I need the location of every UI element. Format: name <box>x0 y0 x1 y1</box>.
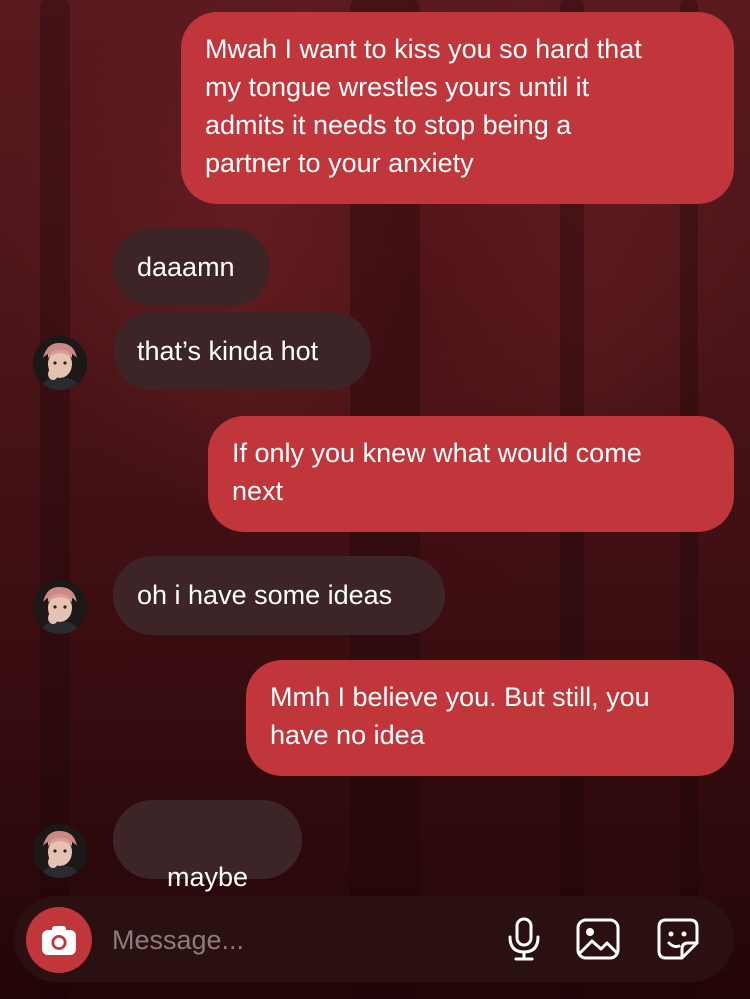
message-text: maybe <box>167 862 249 892</box>
received-message[interactable]: oh i have some ideas <box>113 556 445 635</box>
avatar-image <box>33 336 87 390</box>
sent-message[interactable]: Mwah I want to kiss you so hard that my … <box>181 12 734 204</box>
message-composer <box>14 896 734 982</box>
contact-avatar[interactable] <box>33 824 87 878</box>
gallery-button[interactable] <box>574 915 622 963</box>
sticker-button[interactable] <box>654 915 702 963</box>
received-message[interactable]: maybe <box>113 800 302 929</box>
sent-message[interactable]: If only you knew what would come next <box>208 416 734 532</box>
sticker-icon <box>657 918 699 960</box>
contact-avatar[interactable] <box>33 336 87 390</box>
microphone-button[interactable] <box>500 915 548 963</box>
received-message[interactable]: daaamn <box>113 228 270 306</box>
avatar-image <box>33 580 87 634</box>
gallery-icon <box>576 918 620 960</box>
camera-button[interactable] <box>26 907 92 973</box>
contact-avatar[interactable] <box>33 580 87 634</box>
microphone-icon <box>508 917 540 961</box>
camera-icon <box>42 926 76 955</box>
sent-message[interactable]: Mmh I believe you. But still, you have n… <box>246 660 734 776</box>
avatar-image <box>33 824 87 878</box>
received-message[interactable]: that’s kinda hot <box>113 312 371 390</box>
message-input[interactable] <box>112 918 472 962</box>
